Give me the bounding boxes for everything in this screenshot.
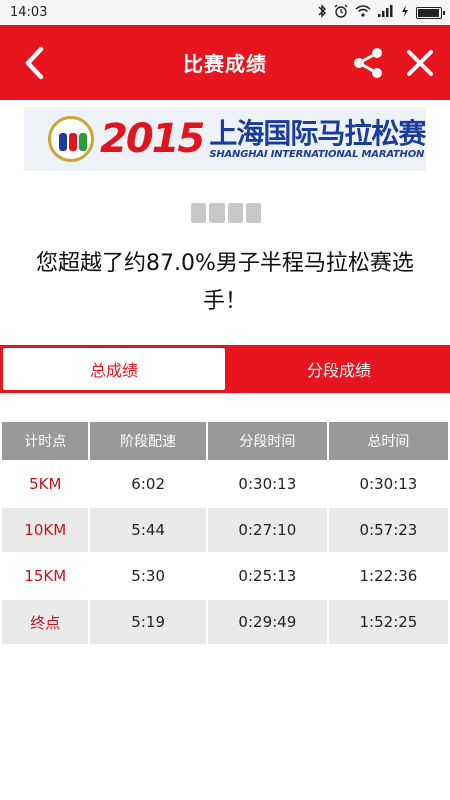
split-time-cell: 0:30:13	[238, 475, 297, 493]
pace-cell: 6:02	[131, 475, 165, 493]
total-time-cell: 0:30:13	[359, 475, 418, 493]
charging-icon	[401, 5, 409, 20]
table-row: 终点 5:19 0:29:49 1:52:25	[2, 600, 448, 644]
signal-icon	[378, 5, 394, 20]
checkpoint-cell: 5KM	[29, 475, 62, 493]
tab-total-result[interactable]: 总成绩	[3, 348, 225, 390]
page-title: 比赛成绩	[183, 52, 267, 76]
table-row: 5KM 6:02 0:30:13 0:30:13	[2, 462, 448, 506]
split-time-cell: 0:25:13	[238, 567, 297, 585]
header-total-time: 总时间	[328, 422, 448, 460]
checkpoint-cell: 15KM	[24, 567, 67, 585]
event-banner: 2015 上海国际马拉松赛 SHANGHAI INTERNATIONAL MAR…	[24, 107, 426, 171]
alarm-icon	[334, 4, 348, 21]
header-split-time: 分段时间	[207, 422, 327, 460]
close-button[interactable]	[390, 25, 450, 100]
wifi-icon	[355, 5, 371, 20]
pace-cell: 5:44	[90, 508, 206, 552]
split-time-cell: 0:29:49	[207, 600, 327, 644]
header-pace: 阶段配速	[90, 422, 206, 460]
tab-split-result[interactable]: 分段成绩	[228, 345, 450, 393]
result-message: 您超越了约87.0%男子半程马拉松赛选手！	[36, 251, 414, 314]
share-button[interactable]	[338, 25, 398, 100]
runner-name-blurred	[191, 203, 261, 223]
pace-cell: 5:19	[90, 600, 206, 644]
banner-name-en: SHANGHAI INTERNATIONAL MARATHON	[209, 148, 425, 160]
back-button[interactable]	[4, 25, 64, 100]
share-icon	[354, 47, 382, 78]
split-time-cell: 0:27:10	[207, 508, 327, 552]
total-time-cell: 1:22:36	[359, 567, 418, 585]
table-header-row: 计时点 阶段配速 分段时间 总时间	[2, 422, 448, 460]
banner-year: 2015	[100, 116, 205, 162]
result-tabs: 总成绩 分段成绩	[0, 345, 450, 393]
total-time-cell: 0:57:23	[328, 508, 448, 552]
header-checkpoint: 计时点	[2, 422, 89, 460]
status-icons	[317, 4, 445, 21]
marathon-logo-icon	[48, 116, 94, 162]
table-row: 15KM 5:30 0:25:13 1:22:36	[2, 554, 448, 598]
status-time: 14:03	[10, 5, 48, 20]
results-table: 计时点 阶段配速 分段时间 总时间 5KM 6:02 0:30:13 0:30:…	[0, 420, 450, 646]
total-time-cell: 1:52:25	[328, 600, 448, 644]
close-icon	[407, 49, 433, 76]
checkpoint-cell: 10KM	[2, 508, 89, 552]
banner-text: 上海国际马拉松赛 SHANGHAI INTERNATIONAL MARATHON	[209, 116, 426, 160]
pace-cell: 5:30	[131, 567, 165, 585]
banner-name-cn: 上海国际马拉松赛	[209, 116, 426, 150]
table-row: 10KM 5:44 0:27:10 0:57:23	[2, 508, 448, 552]
app-bar: 比赛成绩	[0, 25, 450, 100]
bluetooth-icon	[317, 4, 327, 21]
status-bar: 14:03	[0, 0, 450, 25]
back-icon	[25, 46, 44, 79]
battery-icon	[416, 6, 445, 19]
checkpoint-cell: 终点	[2, 600, 89, 644]
